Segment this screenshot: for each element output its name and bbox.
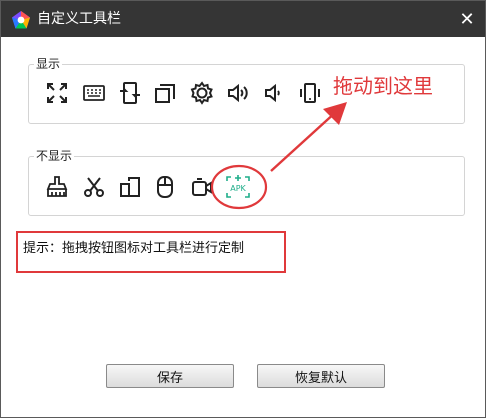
install-apk-icon[interactable]: APK	[225, 174, 251, 200]
window-copy-icon[interactable]	[153, 81, 177, 105]
app-logo-icon	[12, 11, 30, 29]
restore-default-button[interactable]: 恢复默认	[257, 364, 385, 388]
clean-brush-icon[interactable]	[45, 175, 69, 199]
volume-up-icon[interactable]	[226, 81, 250, 105]
screen-rotate-icon[interactable]	[118, 81, 142, 105]
drag-hint-text: 拖动到这里	[333, 74, 433, 98]
window-title: 自定义工具栏	[37, 11, 121, 27]
save-button[interactable]: 保存	[106, 364, 234, 388]
vibrate-phone-icon[interactable]	[298, 81, 322, 105]
camera-record-icon[interactable]	[190, 175, 214, 199]
hint-text: 提示：拖拽按钮图标对工具栏进行定制	[23, 241, 245, 256]
toolbar-customize-dialog: 自定义工具栏 ✕ 显示 不显示 APK 拖动到这里 提示：拖拽按钮图标对工具栏进…	[0, 0, 486, 418]
close-button[interactable]: ✕	[455, 7, 479, 31]
fullscreen-icon[interactable]	[45, 81, 69, 105]
volume-down-icon[interactable]	[262, 81, 286, 105]
close-icon: ✕	[459, 8, 475, 30]
shown-group-label: 显示	[34, 57, 63, 71]
apk-label: APK	[230, 184, 246, 193]
settings-gear-icon[interactable]	[190, 81, 214, 105]
keyboard-icon[interactable]	[82, 81, 106, 105]
multi-device-icon[interactable]	[118, 175, 142, 199]
scissors-icon[interactable]	[82, 175, 106, 199]
mouse-icon[interactable]	[153, 175, 177, 199]
hidden-group-label: 不显示	[34, 149, 75, 163]
title-bar[interactable]: 自定义工具栏 ✕	[1, 1, 485, 37]
